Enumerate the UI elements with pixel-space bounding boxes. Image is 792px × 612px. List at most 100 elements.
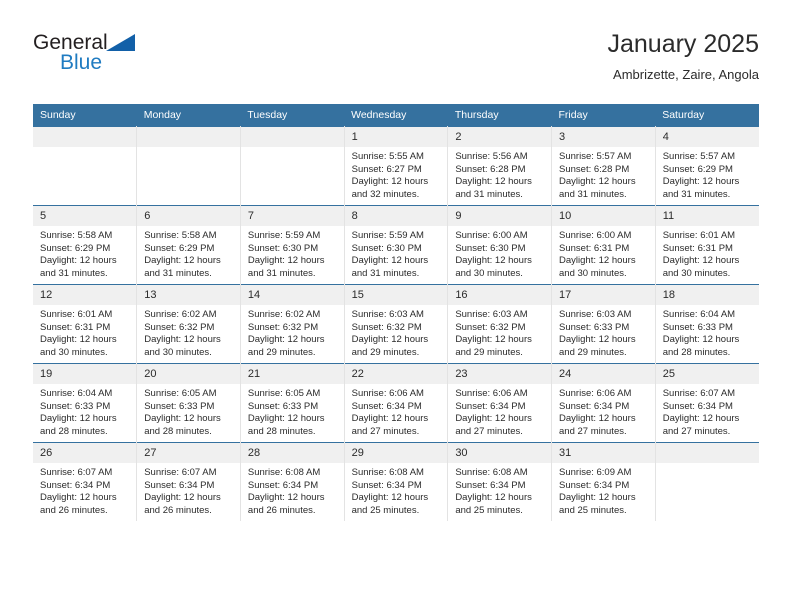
sunrise-text: Sunrise: 5:59 AM — [247, 230, 321, 241]
calendar-day-cell[interactable]: 12 Sunrise: 6:01 AM Sunset: 6:31 PM Dayligh… — [33, 284, 138, 364]
sunrise-text: Sunrise: 5:59 AM — [351, 230, 424, 241]
daylight-text: Daylight: 12 hours and 25 minutes. — [351, 492, 429, 516]
sunrise-text: Sunrise: 6:05 AM — [144, 388, 217, 399]
daylight-text: Daylight: 12 hours and 32 minutes. — [351, 176, 429, 200]
sunset-text: Sunset: 6:34 PM — [40, 479, 111, 491]
weekday-header-friday: Friday — [551, 104, 656, 127]
day-number: 5 — [33, 206, 137, 226]
weekday-header-sunday: Sunday — [33, 104, 137, 127]
sunrise-text: Sunrise: 6:03 AM — [455, 309, 528, 320]
day-number: 26 — [33, 443, 137, 463]
sunrise-text: Sunrise: 6:03 AM — [351, 309, 424, 320]
calendar-day-cell[interactable]: 14 Sunrise: 6:02 AM Sunset: 6:32 PM Dayligh… — [240, 284, 345, 364]
sunset-text: Sunset: 6:34 PM — [351, 479, 422, 491]
calendar-day-cell[interactable]: 5 Sunrise: 5:58 AM Sunset: 6:29 PM Daylight… — [33, 205, 138, 285]
calendar-day-cell[interactable]: 4 Sunrise: 5:57 AM Sunset: 6:29 PM Daylight… — [655, 126, 759, 206]
day-details: Sunrise: 5:59 AM Sunset: 6:30 PM Daylight:… — [241, 226, 344, 280]
calendar-day-cell[interactable]: 26 Sunrise: 6:07 AM Sunset: 6:34 PM Dayligh… — [33, 442, 138, 521]
calendar-day-cell[interactable]: 7 Sunrise: 5:59 AM Sunset: 6:30 PM Daylight… — [240, 205, 345, 285]
day-number: 4 — [655, 127, 759, 147]
weekday-header-tuesday: Tuesday — [240, 104, 345, 127]
brand-name-blue: Blue — [60, 51, 103, 74]
day-number: 17 — [552, 285, 655, 305]
daylight-text: Daylight: 12 hours and 28 minutes. — [247, 413, 325, 437]
sunset-text: Sunset: 6:33 PM — [662, 321, 733, 333]
day-number: 11 — [655, 206, 759, 226]
sunset-text: Sunset: 6:34 PM — [662, 400, 733, 412]
calendar-day-cell[interactable]: 28 Sunrise: 6:08 AM Sunset: 6:34 PM Dayligh… — [240, 442, 345, 521]
day-details: Sunrise: 5:55 AM Sunset: 6:27 PM Daylight:… — [345, 147, 448, 201]
calendar-day-cell[interactable]: 13 Sunrise: 6:02 AM Sunset: 6:32 PM Dayligh… — [136, 284, 241, 364]
page-title: January 2025 — [607, 30, 759, 58]
day-number: 10 — [552, 206, 655, 226]
day-number: 12 — [33, 285, 137, 305]
day-details: Sunrise: 6:07 AM Sunset: 6:34 PM Daylight:… — [656, 384, 759, 438]
calendar-day-cell[interactable]: 29 Sunrise: 6:08 AM Sunset: 6:34 PM Dayligh… — [344, 442, 449, 521]
day-details: Sunrise: 6:03 AM Sunset: 6:33 PM Daylight:… — [552, 305, 655, 359]
day-details: Sunrise: 6:08 AM Sunset: 6:34 PM Daylight:… — [345, 463, 448, 517]
sunrise-text: Sunrise: 6:06 AM — [455, 388, 528, 399]
sunrise-text: Sunrise: 6:05 AM — [247, 388, 321, 399]
sunset-text: Sunset: 6:34 PM — [351, 400, 422, 412]
calendar-day-cell[interactable]: 21 Sunrise: 6:05 AM Sunset: 6:33 PM Dayligh… — [240, 363, 345, 443]
calendar-day-cell[interactable]: 25 Sunrise: 6:07 AM Sunset: 6:34 PM Dayligh… — [655, 363, 759, 443]
calendar-day-cell[interactable]: 16 Sunrise: 6:03 AM Sunset: 6:32 PM Dayligh… — [447, 284, 553, 364]
daylight-text: Daylight: 12 hours and 31 minutes. — [662, 176, 740, 200]
sunrise-text: Sunrise: 6:09 AM — [559, 467, 632, 478]
sunrise-text: Sunrise: 6:06 AM — [351, 388, 424, 399]
day-number: 9 — [448, 206, 552, 226]
sunset-text: Sunset: 6:33 PM — [559, 321, 630, 333]
sunset-text: Sunset: 6:34 PM — [559, 400, 630, 412]
day-details: Sunrise: 6:08 AM Sunset: 6:34 PM Daylight:… — [448, 463, 551, 517]
calendar-day-cell[interactable]: 8 Sunrise: 5:59 AM Sunset: 6:30 PM Daylight… — [344, 205, 449, 285]
calendar-day-cell[interactable]: 22 Sunrise: 6:06 AM Sunset: 6:34 PM Dayligh… — [344, 363, 449, 443]
sunset-text: Sunset: 6:30 PM — [247, 242, 319, 254]
calendar-day-cell[interactable]: 11 Sunrise: 6:01 AM Sunset: 6:31 PM Dayligh… — [655, 205, 759, 285]
calendar-day-cell[interactable]: 31 Sunrise: 6:09 AM Sunset: 6:34 PM Dayligh… — [551, 442, 656, 521]
calendar-day-cell[interactable]: 30 Sunrise: 6:08 AM Sunset: 6:34 PM Dayligh… — [447, 442, 553, 521]
sunset-text: Sunset: 6:28 PM — [559, 163, 630, 175]
calendar-day-cell[interactable]: 6 Sunrise: 5:58 AM Sunset: 6:29 PM Daylight… — [136, 205, 241, 285]
calendar-day-cell[interactable]: 20 Sunrise: 6:05 AM Sunset: 6:33 PM Dayligh… — [136, 363, 241, 443]
calendar-day-cell[interactable]: 18 Sunrise: 6:04 AM Sunset: 6:33 PM Dayligh… — [655, 284, 759, 364]
calendar-day-cell[interactable]: 3 Sunrise: 5:57 AM Sunset: 6:28 PM Daylight… — [551, 126, 656, 206]
day-details: Sunrise: 6:03 AM Sunset: 6:32 PM Daylight:… — [345, 305, 448, 359]
sunrise-text: Sunrise: 6:02 AM — [144, 309, 217, 320]
calendar-day-cell[interactable]: 2 Sunrise: 5:56 AM Sunset: 6:28 PM Daylight… — [447, 126, 553, 206]
daylight-text: Daylight: 12 hours and 28 minutes. — [662, 334, 740, 358]
brand-logo[interactable]: General Blue — [33, 32, 153, 88]
calendar-day-cell[interactable]: 19 Sunrise: 6:04 AM Sunset: 6:33 PM Dayligh… — [33, 363, 138, 443]
sunrise-text: Sunrise: 6:00 AM — [455, 230, 528, 241]
calendar-day-cell[interactable]: 27 Sunrise: 6:07 AM Sunset: 6:34 PM Dayligh… — [136, 442, 241, 521]
day-number: 20 — [137, 364, 240, 384]
title-block: January 2025 Ambrizette, Zaire, Angola — [607, 28, 759, 84]
day-number: 27 — [137, 443, 240, 463]
daylight-text: Daylight: 12 hours and 27 minutes. — [662, 413, 740, 437]
day-number: 15 — [344, 285, 448, 305]
calendar-page: General Blue January 2025 Ambrizette, Za… — [0, 0, 792, 612]
calendar-day-cell[interactable]: 10 Sunrise: 6:00 AM Sunset: 6:31 PM Dayligh… — [551, 205, 656, 285]
day-details: Sunrise: 6:01 AM Sunset: 6:31 PM Daylight:… — [33, 305, 136, 359]
page-subtitle: Ambrizette, Zaire, Angola — [613, 67, 759, 82]
day-details: Sunrise: 5:57 AM Sunset: 6:28 PM Daylight:… — [552, 147, 655, 201]
calendar-day-cell[interactable]: 24 Sunrise: 6:06 AM Sunset: 6:34 PM Dayligh… — [551, 363, 656, 443]
day-details: Sunrise: 5:58 AM Sunset: 6:29 PM Daylight:… — [137, 226, 240, 280]
day-number: 18 — [655, 285, 759, 305]
day-number: 30 — [448, 443, 552, 463]
weekday-header-thursday: Thursday — [447, 104, 552, 127]
calendar-day-cell[interactable]: 23 Sunrise: 6:06 AM Sunset: 6:34 PM Dayligh… — [447, 363, 553, 443]
calendar-day-cell[interactable]: 15 Sunrise: 6:03 AM Sunset: 6:32 PM Dayligh… — [344, 284, 449, 364]
calendar-day-cell[interactable]: 9 Sunrise: 6:00 AM Sunset: 6:30 PM Daylight… — [447, 205, 553, 285]
daylight-text: Daylight: 12 hours and 26 minutes. — [144, 492, 221, 516]
day-details: Sunrise: 6:04 AM Sunset: 6:33 PM Daylight:… — [656, 305, 759, 359]
calendar-day-cell[interactable]: 1 Sunrise: 5:55 AM Sunset: 6:27 PM Daylight… — [344, 126, 449, 206]
day-number: 3 — [552, 127, 655, 147]
daylight-text: Daylight: 12 hours and 26 minutes. — [247, 492, 325, 516]
day-details: Sunrise: 6:06 AM Sunset: 6:34 PM Daylight:… — [448, 384, 551, 438]
sunrise-text: Sunrise: 6:01 AM — [662, 230, 736, 241]
daylight-text: Daylight: 12 hours and 31 minutes. — [40, 255, 117, 279]
day-number — [137, 127, 240, 147]
day-number — [655, 443, 759, 463]
calendar-day-cell[interactable]: 17 Sunrise: 6:03 AM Sunset: 6:33 PM Dayligh… — [551, 284, 656, 364]
weekday-header-row: Sunday Monday Tuesday Wednesday Thursday Frid… — [33, 104, 759, 127]
